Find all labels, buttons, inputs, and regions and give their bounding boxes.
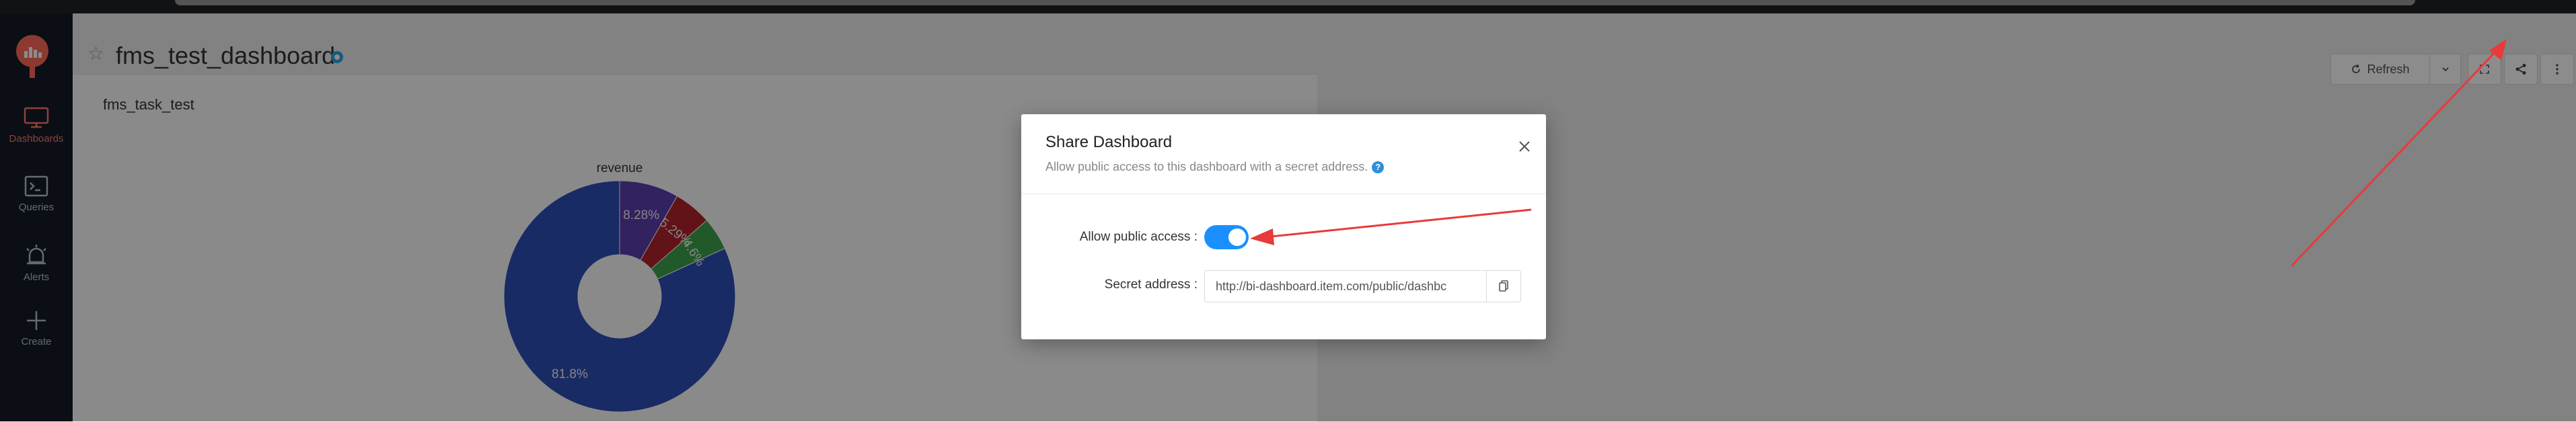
annotation-arrowhead-share	[2489, 39, 2507, 60]
annotation-arrowhead-toggle	[1250, 228, 1274, 245]
annotation-arrows	[1250, 39, 2507, 267]
annotation-arrow-share	[2290, 46, 2501, 267]
annotation-arrow-toggle	[1257, 208, 1532, 239]
